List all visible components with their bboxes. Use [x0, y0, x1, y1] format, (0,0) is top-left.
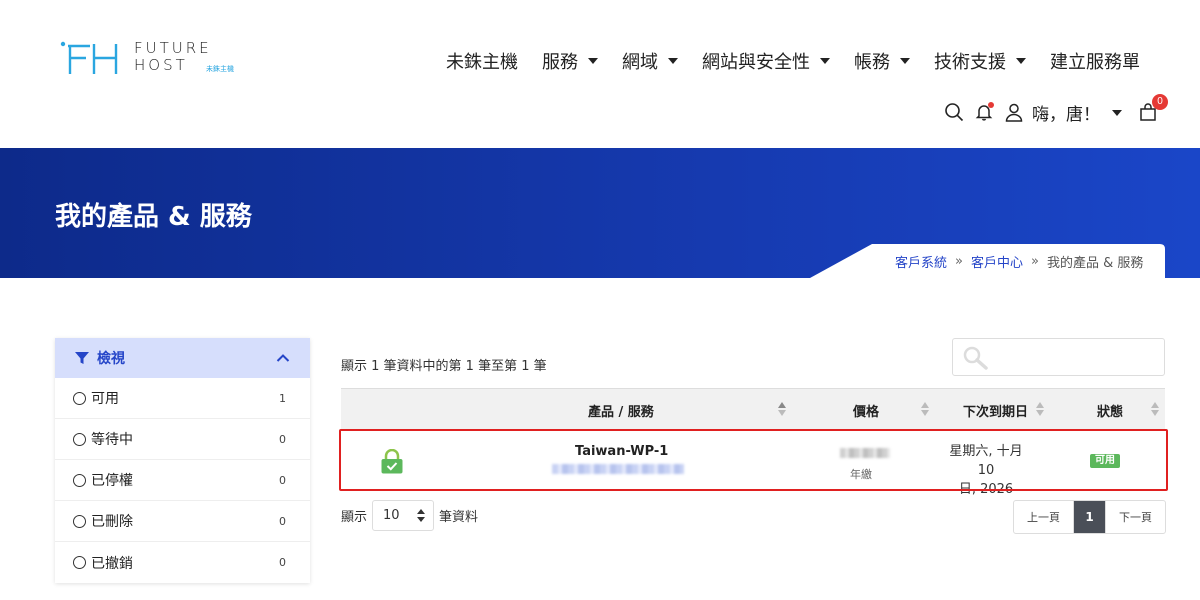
- user-icon[interactable]: [1004, 102, 1026, 124]
- column-header-product[interactable]: 產品 / 服務: [588, 401, 654, 420]
- filter-sidebar: 檢視 可用 1 等待中 0 已停權 0 已刪除 0 已撤銷 0: [55, 338, 310, 583]
- nav-item-open-ticket[interactable]: 建立服務單: [1050, 48, 1140, 74]
- caret-down-icon: [668, 58, 678, 64]
- sidebar-item-label: 等待中: [91, 432, 133, 448]
- site-logo[interactable]: FUTURE HOST 未銖主機: [60, 38, 250, 78]
- page-length-value: 10: [383, 508, 400, 523]
- fh-logo-icon: [60, 41, 118, 74]
- caret-down-icon: [1016, 58, 1026, 64]
- logo-subtext: 未銖主機: [206, 65, 234, 73]
- pagination-page-button[interactable]: 1: [1074, 501, 1105, 533]
- nav-item-label: 建立服務單: [1050, 52, 1140, 73]
- table-header: 產品 / 服務 價格 下次到期日 狀態: [341, 388, 1165, 430]
- table-search[interactable]: [952, 338, 1165, 376]
- sidebar-item-pending[interactable]: 等待中 0: [55, 419, 310, 460]
- page-banner: 我的產品 & 服務 客戶系統 » 客戶中心 » 我的產品 & 服務: [0, 148, 1200, 278]
- pagination: 上一頁 1 下一頁: [1013, 500, 1166, 534]
- radio-icon: [73, 514, 86, 528]
- nav-item-support[interactable]: 技術支援: [934, 48, 1026, 74]
- sidebar-item-label: 已停權: [91, 473, 133, 489]
- highlight-box: [339, 429, 1168, 491]
- nav-item-billing[interactable]: 帳務: [854, 48, 910, 74]
- select-arrows-icon: [417, 509, 426, 523]
- user-greeting[interactable]: 嗨，唐！: [1032, 100, 1100, 125]
- pagination-prev-button[interactable]: 上一頁: [1014, 501, 1074, 533]
- length-prefix: 顯示: [341, 510, 368, 525]
- sidebar-title: 檢視: [97, 351, 125, 367]
- sidebar-item-cancelled[interactable]: 已撤銷 0: [55, 542, 310, 583]
- nav-item-home[interactable]: 未銖主機: [446, 48, 518, 74]
- pagination-next-button[interactable]: 下一頁: [1105, 501, 1165, 533]
- table-info: 顯示 1 筆資料中的第 1 筆至第 1 筆: [341, 359, 547, 374]
- nav-item-label: 未銖主機: [446, 52, 518, 73]
- breadcrumb-link-portal[interactable]: 客戶系統: [895, 252, 947, 271]
- sidebar-item-label: 已撤銷: [91, 555, 133, 572]
- filter-icon: [75, 352, 89, 364]
- sidebar-item-active[interactable]: 可用 1: [55, 378, 310, 419]
- caret-down-icon: [820, 58, 830, 64]
- breadcrumb-current: 我的產品 & 服務: [1046, 256, 1144, 271]
- sidebar-item-count: 1: [279, 391, 286, 405]
- breadcrumb-separator: »: [1031, 254, 1039, 269]
- radio-icon: [73, 556, 86, 569]
- nav-item-domains[interactable]: 網域: [622, 48, 678, 74]
- bell-icon[interactable]: [974, 101, 996, 124]
- sidebar-header[interactable]: 檢視: [55, 338, 310, 378]
- cart-icon[interactable]: 0: [1138, 93, 1168, 124]
- column-header-price[interactable]: 價格: [853, 401, 879, 420]
- sort-icon[interactable]: [1036, 401, 1044, 417]
- sidebar-item-label: 可用: [91, 391, 119, 407]
- nav-item-label: 網域: [622, 52, 658, 73]
- breadcrumb-link-client-area[interactable]: 客戶中心: [971, 252, 1023, 271]
- page-length-select[interactable]: 10: [372, 500, 435, 531]
- column-header-status[interactable]: 狀態: [1097, 401, 1123, 420]
- search-icon[interactable]: [944, 102, 966, 124]
- length-suffix: 筆資料: [439, 510, 479, 525]
- breadcrumb-container: 客戶系統 » 客戶中心 » 我的產品 & 服務: [810, 244, 1165, 278]
- chevron-up-icon[interactable]: [276, 353, 290, 363]
- header-utilities: 嗨，唐！ 0: [936, 93, 1168, 125]
- page-length-control: 顯示 10 筆資料: [341, 500, 478, 531]
- breadcrumb-separator: »: [955, 254, 963, 269]
- notification-dot: [988, 101, 994, 108]
- nav-item-label: 服務: [542, 52, 578, 73]
- sort-icon[interactable]: [778, 401, 786, 417]
- nav-item-services[interactable]: 服務: [542, 48, 598, 74]
- breadcrumb: 客戶系統 » 客戶中心 » 我的產品 & 服務: [895, 252, 1143, 271]
- nav-item-website-security[interactable]: 網站與安全性: [702, 48, 830, 74]
- page-title: 我的產品 & 服務: [55, 202, 252, 232]
- sidebar-item-count: 0: [279, 432, 286, 446]
- caret-down-icon[interactable]: [1112, 109, 1122, 116]
- nav-item-label: 網站與安全性: [702, 52, 810, 73]
- cart-count-badge: 0: [1152, 93, 1168, 110]
- sidebar-item-suspended[interactable]: 已停權 0: [55, 460, 310, 501]
- sort-icon[interactable]: [921, 401, 929, 417]
- column-header-due-date[interactable]: 下次到期日: [963, 401, 1028, 420]
- sidebar-item-count: 0: [279, 514, 286, 528]
- site-header: FUTURE HOST 未銖主機 未銖主機 服務 網域 網站與安全性 帳務 技術…: [0, 0, 1200, 148]
- radio-icon: [73, 473, 86, 487]
- radio-icon: [73, 432, 86, 446]
- radio-icon: [73, 391, 86, 405]
- sidebar-item-terminated[interactable]: 已刪除 0: [55, 501, 310, 542]
- sidebar-item-count: 0: [279, 473, 286, 487]
- nav-item-label: 技術支援: [934, 52, 1006, 73]
- nav-item-label: 帳務: [854, 52, 890, 73]
- sort-icon[interactable]: [1151, 401, 1159, 417]
- caret-down-icon: [588, 58, 598, 64]
- main-nav: 未銖主機 服務 網域 網站與安全性 帳務 技術支援 建立服務單: [422, 48, 1140, 74]
- sidebar-item-count: 0: [279, 556, 286, 569]
- search-icon: [963, 346, 988, 370]
- logo-text-host: HOST: [134, 56, 188, 74]
- sidebar-item-label: 已刪除: [91, 514, 133, 530]
- logo-text-future: FUTURE: [134, 39, 212, 57]
- search-input[interactable]: [993, 347, 1153, 367]
- caret-down-icon: [900, 58, 910, 64]
